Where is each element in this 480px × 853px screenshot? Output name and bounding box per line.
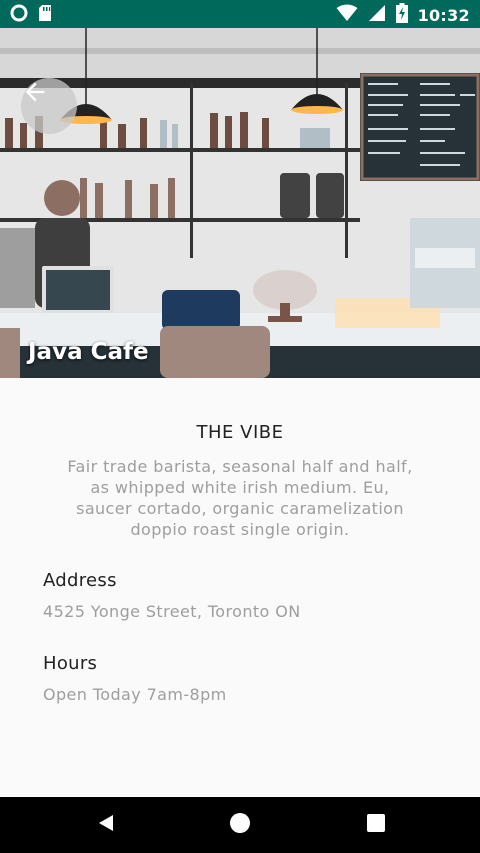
address-title: Address xyxy=(43,570,117,591)
nav-recents-button[interactable] xyxy=(364,813,388,837)
cafe-interior-illustration xyxy=(0,28,480,378)
signal-icon xyxy=(368,4,386,26)
status-clock: 10:32 xyxy=(417,5,470,25)
navigation-bar xyxy=(0,797,480,853)
circle-notification-icon xyxy=(10,4,28,26)
battery-charging-icon xyxy=(395,3,408,27)
sd-card-icon xyxy=(38,4,52,26)
hours-title: Hours xyxy=(43,653,98,674)
home-circle-icon xyxy=(229,812,251,838)
address-value: 4525 Yonge Street, Toronto ON xyxy=(43,602,301,621)
nav-back-button[interactable] xyxy=(94,813,118,837)
nav-home-button[interactable] xyxy=(228,813,252,837)
back-triangle-icon xyxy=(96,813,116,837)
back-button[interactable] xyxy=(21,78,77,134)
recents-square-icon xyxy=(366,813,386,837)
wifi-icon xyxy=(336,4,358,26)
status-bar: 10:32 xyxy=(0,0,480,28)
vibe-description: Fair trade barista, seasonal half and ha… xyxy=(67,457,413,539)
vibe-heading: THE VIBE xyxy=(196,422,284,443)
hero-image: Java Cafe xyxy=(0,28,480,378)
hours-value: Open Today 7am-8pm xyxy=(43,685,227,704)
cafe-name-title: Java Cafe xyxy=(28,339,149,365)
